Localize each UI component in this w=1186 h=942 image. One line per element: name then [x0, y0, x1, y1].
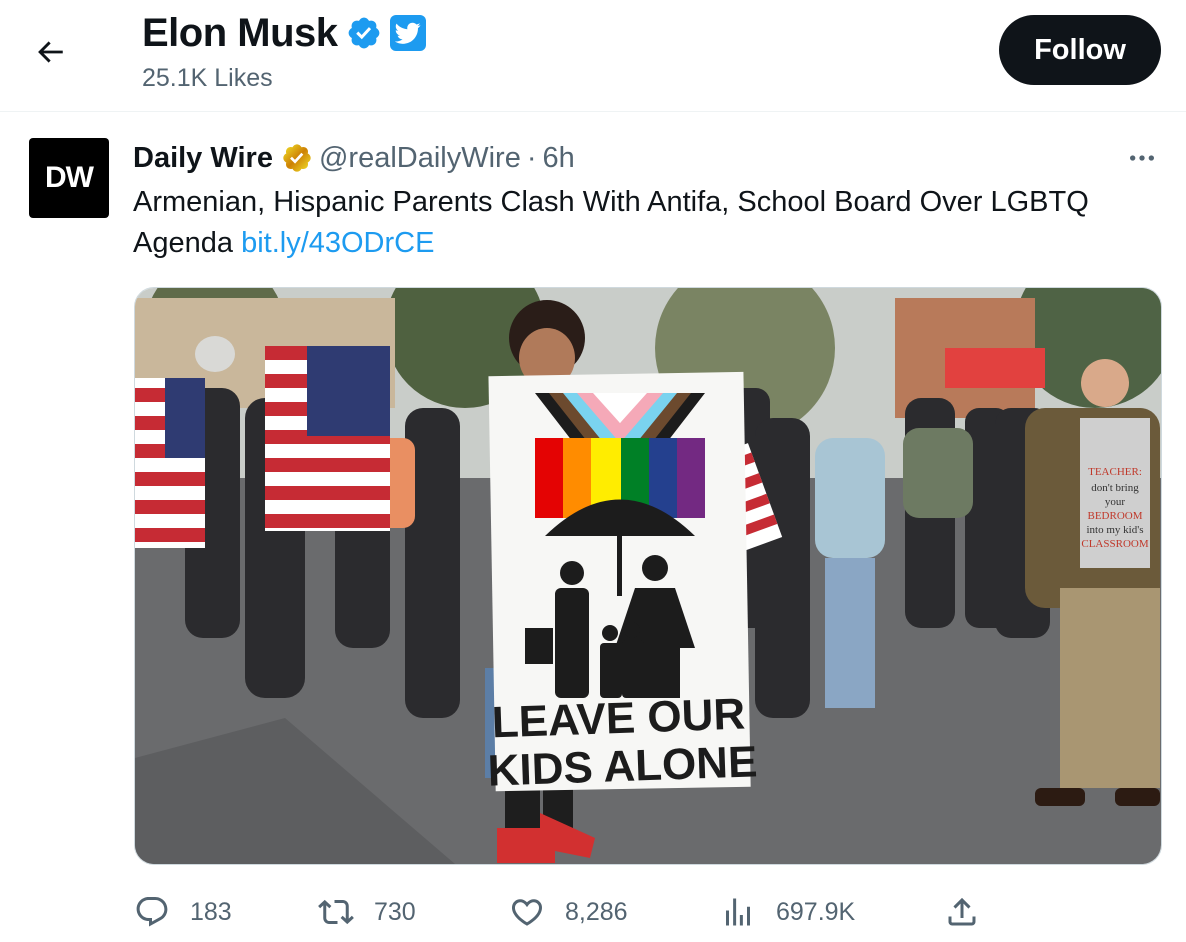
reply-count: 183: [190, 897, 232, 926]
views-button[interactable]: 697.9K: [720, 890, 855, 934]
likes-count: 25.1K Likes: [142, 64, 273, 92]
protest-photo: LEAVE OUR KIDS ALONE TEACHER: don't brin…: [135, 288, 1161, 864]
tweet-link[interactable]: bit.ly/43ODrCE: [241, 227, 434, 259]
retweet-count: 730: [374, 897, 416, 926]
author-name[interactable]: Daily Wire: [133, 140, 273, 176]
separator-dot: ·: [526, 142, 537, 174]
verified-badge-icon[interactable]: [346, 15, 382, 51]
like-count: 8,286: [565, 897, 628, 926]
header-title: Elon Musk: [142, 10, 426, 56]
shirt-text-2: your: [1105, 496, 1126, 508]
shirt-text-1: don't bring: [1091, 482, 1139, 494]
like-icon: [509, 894, 545, 930]
tweet-header: Daily Wire @realDailyWire · 6h: [133, 140, 575, 176]
tweet-image[interactable]: LEAVE OUR KIDS ALONE TEACHER: don't brin…: [134, 287, 1162, 865]
back-button[interactable]: [28, 30, 72, 74]
retweet-button[interactable]: 730: [318, 890, 416, 934]
author-handle[interactable]: @realDailyWire: [319, 140, 521, 176]
more-options-icon: [1130, 155, 1154, 161]
gold-verified-badge-icon[interactable]: [281, 142, 313, 174]
shirt-text-3: BEDROOM: [1087, 510, 1142, 522]
reply-icon: [134, 894, 170, 930]
shirt-text-4: into my kid's: [1087, 524, 1144, 536]
reply-button[interactable]: 183: [134, 890, 232, 934]
follow-button[interactable]: Follow: [999, 15, 1161, 85]
share-icon: [944, 894, 980, 930]
twitter-bird-icon: [389, 15, 426, 51]
tweet-actions: 183 730 8,286 697.9K: [0, 880, 1186, 942]
more-options-button[interactable]: [1122, 138, 1162, 178]
banner-text-line2: KIDS ALONE: [487, 737, 758, 795]
share-button[interactable]: [944, 890, 1000, 934]
profile-header: Elon Musk 25.1K Likes Follow: [0, 0, 1186, 112]
tweet-time[interactable]: 6h: [543, 140, 575, 176]
avatar[interactable]: DW: [29, 138, 109, 218]
back-arrow-icon: [38, 41, 63, 63]
profile-name: Elon Musk: [142, 11, 338, 55]
tweet-text: Armenian, Hispanic Parents Clash With An…: [133, 182, 1163, 264]
views-icon: [720, 894, 756, 930]
shirt-text-0: TEACHER:: [1088, 466, 1142, 478]
shirt-text-5: CLASSROOM: [1081, 538, 1148, 550]
avatar-logo-text: DW: [45, 161, 94, 194]
like-button[interactable]: 8,286: [509, 890, 628, 934]
retweet-icon: [318, 894, 354, 930]
views-count: 697.9K: [776, 897, 856, 926]
